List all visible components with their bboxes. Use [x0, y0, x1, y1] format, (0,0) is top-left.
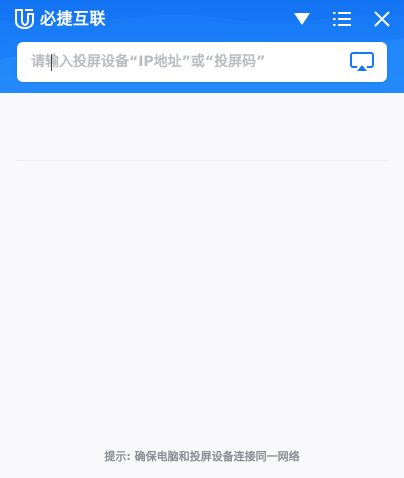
- search-box: [17, 42, 387, 82]
- ip-code-input[interactable]: [31, 42, 341, 82]
- menu-button[interactable]: [331, 8, 353, 30]
- menu-list-icon: [333, 12, 351, 26]
- divider: [17, 160, 387, 161]
- close-button[interactable]: [371, 8, 393, 30]
- dropdown-triangle-icon: [294, 13, 310, 25]
- footer-tip: 提示: 确保电脑和投屏设备连接同一网络: [104, 450, 300, 463]
- device-list: [17, 93, 387, 160]
- dropdown-button[interactable]: [291, 8, 313, 30]
- screen-cast-button[interactable]: [349, 50, 375, 74]
- text-caret: [51, 54, 52, 71]
- app-title: 必捷互联: [40, 9, 107, 28]
- close-icon: [374, 11, 390, 27]
- app-window: 必捷互联 请输入投屏设备“IP地址”或“投屏码” 提示: 确保电脑和投屏设备连接…: [0, 0, 404, 478]
- titlebar: 必捷互联: [0, 0, 404, 38]
- screen-cast-icon: [350, 52, 374, 71]
- header: 必捷互联: [0, 0, 404, 93]
- logo-icon: [14, 8, 35, 30]
